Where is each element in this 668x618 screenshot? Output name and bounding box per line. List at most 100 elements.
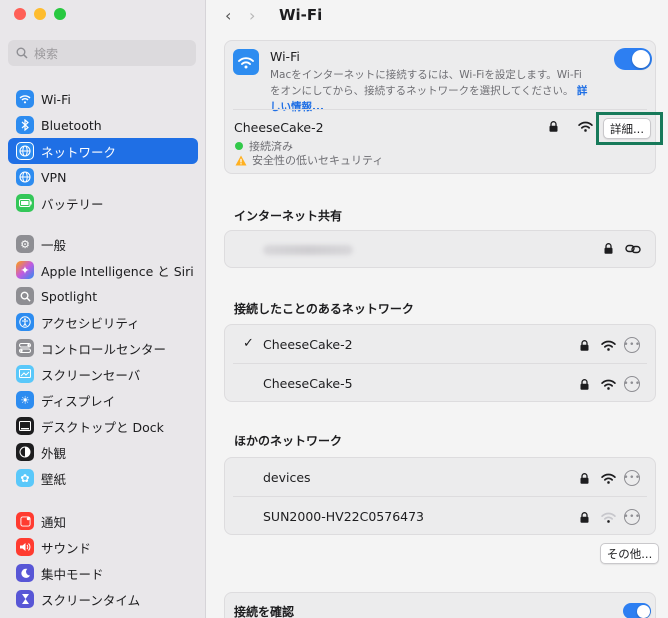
vpn-globe-icon — [16, 168, 34, 186]
more-options-icon[interactable]: ••• — [623, 470, 640, 486]
more-options-icon[interactable]: ••• — [623, 509, 640, 525]
search-input[interactable]: 検索 — [8, 40, 196, 66]
link-icon — [625, 244, 641, 253]
wifi-header: Wi-Fi Macをインターネットに接続するには、Wi-Fiを設定します。Wi-… — [233, 49, 588, 115]
other-network-icons: ••• — [580, 509, 640, 525]
page-title: Wi-Fi — [279, 6, 323, 24]
known-network-icons: ••• — [580, 376, 640, 392]
lock-icon — [580, 472, 589, 484]
titlebar: ‹ › Wi-Fi — [225, 4, 322, 26]
wifi-toggle[interactable] — [614, 48, 652, 70]
sharing-card[interactable] — [224, 230, 656, 268]
current-network-icons — [549, 121, 593, 132]
sidebar-item-label: スクリーンタイム — [41, 592, 141, 608]
wifi-signal-icon — [601, 473, 616, 484]
back-button[interactable]: ‹ — [225, 6, 249, 25]
lock-icon — [580, 511, 589, 523]
sidebar-item-label: スクリーンセーバ — [41, 367, 141, 383]
sidebar-item-label: Wi-Fi — [41, 91, 71, 107]
sidebar-item-label: コントロールセンター — [41, 341, 167, 357]
sidebar-item-wallpaper[interactable]: ✿ 壁紙 — [8, 465, 198, 491]
sidebar-item-label: デスクトップと Dock — [41, 419, 164, 435]
sidebar-item-displays[interactable]: ☀ ディスプレイ — [8, 387, 198, 413]
wallpaper-icon: ✿ — [16, 469, 34, 487]
screensaver-icon — [16, 365, 34, 383]
other-networks-button[interactable]: その他... — [600, 543, 659, 564]
magnifier-icon — [16, 287, 34, 305]
sidebar-item-battery[interactable]: バッテリー — [8, 190, 198, 216]
sidebar-item-accessibility[interactable]: アクセシビリティ — [8, 309, 198, 335]
sidebar-item-vpn[interactable]: VPN — [8, 164, 198, 190]
divider — [233, 109, 647, 110]
sidebar-item-focus[interactable]: 集中モード — [8, 560, 198, 586]
status-warning: 安全性の低いセキュリティ — [235, 152, 383, 168]
sidebar: 検索 Wi-Fi Bluetooth ネットワーク VPN バッテリー ⚙ 一般… — [0, 0, 206, 618]
main-pane: ‹ › Wi-Fi Wi-Fi Macをインターネットに接続するには、Wi-Fi… — [207, 0, 668, 618]
connected-dot-icon — [235, 142, 243, 150]
bell-icon — [16, 512, 34, 530]
sidebar-item-label: 通知 — [41, 514, 67, 530]
control-center-icon — [16, 339, 34, 357]
sun-icon: ☀ — [16, 391, 34, 409]
sidebar-item-label: Spotlight — [41, 288, 98, 304]
hourglass-icon — [16, 590, 34, 608]
globe-icon — [16, 142, 34, 160]
wifi-card: Wi-Fi Macをインターネットに接続するには、Wi-Fiを設定します。Wi-… — [224, 40, 656, 174]
wifi-icon — [16, 90, 34, 108]
minimize-window-button[interactable] — [34, 8, 46, 20]
status-warning-text: 安全性の低いセキュリティ — [252, 154, 384, 167]
sidebar-item-siri[interactable]: ✦ Apple Intelligence と Siri — [8, 257, 198, 283]
sidebar-item-desktop-dock[interactable]: デスクトップと Dock — [8, 413, 198, 439]
confirm-toggle[interactable] — [623, 603, 651, 618]
zoom-window-button[interactable] — [54, 8, 66, 20]
lock-icon — [604, 243, 613, 254]
sidebar-item-screen-time[interactable]: スクリーンタイム — [8, 586, 198, 612]
sidebar-item-wifi[interactable]: Wi-Fi — [8, 86, 198, 112]
wifi-weak-signal-icon — [601, 512, 616, 523]
other-network-name: devices — [263, 470, 311, 485]
sidebar-group-network: Wi-Fi Bluetooth ネットワーク VPN バッテリー — [8, 86, 198, 216]
confirm-card: 接続を確認 — [224, 592, 656, 618]
warning-icon — [235, 155, 247, 165]
sidebar-item-label: サウンド — [41, 540, 92, 556]
wifi-badge-icon — [233, 49, 259, 75]
more-options-icon[interactable]: ••• — [623, 337, 640, 353]
sidebar-group-system: ⚙ 一般 ✦ Apple Intelligence と Siri Spotlig… — [8, 231, 198, 491]
sidebar-item-spotlight[interactable]: Spotlight — [8, 283, 198, 309]
wifi-signal-icon — [601, 340, 616, 351]
known-network-name: CheeseCake-5 — [263, 376, 353, 391]
sidebar-item-label: Bluetooth — [41, 117, 102, 133]
section-title-known: 接続したことのあるネットワーク — [234, 302, 414, 316]
known-network-row[interactable]: CheeseCake-5 ••• — [225, 364, 655, 402]
speaker-icon — [16, 538, 34, 556]
appearance-icon — [16, 443, 34, 461]
sidebar-item-control-center[interactable]: コントロールセンター — [8, 335, 198, 361]
close-window-button[interactable] — [14, 8, 26, 20]
forward-button[interactable]: › — [249, 6, 273, 25]
other-network-row[interactable]: SUN2000-HV22C0576473 ••• — [225, 497, 655, 535]
sidebar-item-notifications[interactable]: 通知 — [8, 508, 198, 534]
sidebar-item-appearance[interactable]: 外観 — [8, 439, 198, 465]
more-options-icon[interactable]: ••• — [623, 376, 640, 392]
sidebar-item-general[interactable]: ⚙ 一般 — [8, 231, 198, 257]
search-placeholder: 検索 — [34, 46, 59, 61]
checkmark-icon: ✓ — [243, 336, 254, 351]
wifi-description: Macをインターネットに接続するには、Wi-Fiを設定します。Wi-Fiをオンに… — [270, 67, 588, 115]
sidebar-item-label: Apple Intelligence と Siri — [41, 263, 194, 279]
accessibility-icon — [16, 313, 34, 331]
wifi-signal-icon — [578, 121, 593, 132]
sidebar-item-screensaver[interactable]: スクリーンセーバ — [8, 361, 198, 387]
sidebar-item-bluetooth[interactable]: Bluetooth — [8, 112, 198, 138]
section-title-other: ほかのネットワーク — [234, 434, 343, 448]
sidebar-item-label: VPN — [41, 169, 67, 185]
sidebar-item-network[interactable]: ネットワーク — [8, 138, 198, 164]
sidebar-item-label: 集中モード — [41, 566, 104, 582]
other-network-row[interactable]: devices ••• — [225, 458, 655, 496]
sidebar-item-sound[interactable]: サウンド — [8, 534, 198, 560]
known-network-row[interactable]: ✓ CheeseCake-2 ••• — [225, 325, 655, 363]
sidebar-item-label: 一般 — [41, 237, 67, 253]
confirm-title: 接続を確認 — [234, 605, 295, 618]
moon-icon — [16, 564, 34, 582]
dock-icon — [16, 417, 34, 435]
lock-icon — [580, 339, 589, 351]
